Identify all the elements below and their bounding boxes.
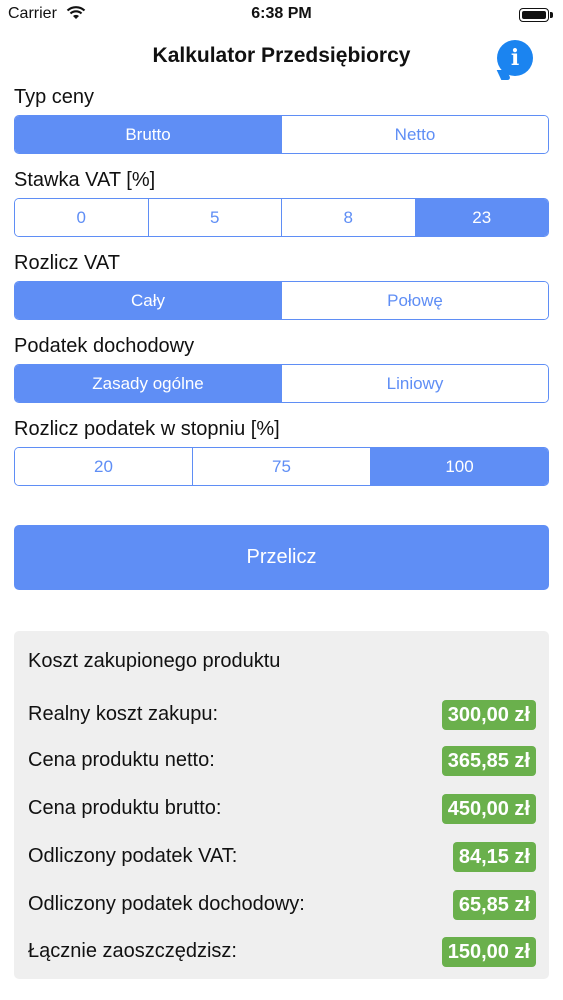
result-value-badge: 365,85 zł: [441, 746, 536, 776]
result-row: Cena produktu brutto: 450,00 zł: [28, 794, 536, 824]
result-card: Koszt zakupionego produktu Realny koszt …: [14, 631, 549, 979]
result-value-badge: 150,00 zł: [441, 937, 536, 967]
tax-degree-label: Rozlicz podatek w stopniu [%]: [14, 418, 280, 440]
navigation-bar: Kalkulator Przedsiębiorcy i: [0, 30, 563, 86]
status-bar: Carrier 6:38 PM: [0, 0, 563, 30]
income-tax-segmented: Zasady ogólne Liniowy: [14, 364, 549, 403]
vat-rate-segmented: 0 5 8 23: [14, 198, 549, 237]
vat-rate-8[interactable]: 8: [281, 199, 415, 236]
page-title: Kalkulator Przedsiębiorcy: [152, 44, 411, 67]
tax-degree-segmented: 20 75 100: [14, 447, 549, 486]
result-value-badge: 450,00 zł: [441, 794, 536, 824]
calculate-button[interactable]: Przelicz: [14, 525, 549, 590]
result-row: Odliczony podatek VAT: 84,15 zł: [28, 842, 536, 872]
result-row: Cena produktu netto: 365,85 zł: [28, 746, 536, 776]
income-tax-linear[interactable]: Liniowy: [281, 365, 548, 402]
result-row: Łącznie zaoszczędzisz: 150,00 zł: [28, 937, 536, 967]
vat-rate-23[interactable]: 23: [414, 199, 548, 236]
price-type-brutto[interactable]: Brutto: [15, 116, 281, 153]
result-label: Cena produktu netto:: [28, 749, 215, 771]
result-label: Łącznie zaoszczędzisz:: [28, 940, 237, 962]
result-label: Cena produktu brutto:: [28, 797, 222, 819]
vat-rate-label: Stawka VAT [%]: [14, 169, 156, 191]
vat-rate-0[interactable]: 0: [15, 199, 148, 236]
price-type-label: Typ ceny: [14, 86, 95, 108]
income-tax-general[interactable]: Zasady ogólne: [15, 365, 281, 402]
tax-degree-100[interactable]: 100: [370, 448, 548, 485]
result-row: Realny koszt zakupu: 300,00 zł: [28, 700, 536, 730]
result-label: Odliczony podatek dochodowy:: [28, 893, 305, 915]
vat-settlement-full[interactable]: Cały: [15, 282, 281, 319]
income-tax-label: Podatek dochodowy: [14, 335, 195, 357]
clock: 6:38 PM: [251, 5, 312, 22]
result-label: Realny koszt zakupu:: [28, 703, 219, 725]
vat-rate-5[interactable]: 5: [147, 199, 281, 236]
result-row: Odliczony podatek dochodowy: 65,85 zł: [28, 890, 536, 920]
tax-degree-20[interactable]: 20: [15, 448, 192, 485]
price-type-netto[interactable]: Netto: [281, 116, 548, 153]
vat-settlement-label: Rozlicz VAT: [14, 252, 120, 274]
info-icon[interactable]: i: [497, 40, 533, 76]
result-value-badge: 300,00 zł: [441, 700, 536, 730]
result-card-title: Koszt zakupionego produktu: [28, 650, 281, 672]
vat-settlement-half[interactable]: Połowę: [281, 282, 548, 319]
result-label: Odliczony podatek VAT:: [28, 845, 238, 867]
result-value-badge: 65,85 zł: [452, 890, 536, 920]
vat-settlement-segmented: Cały Połowę: [14, 281, 549, 320]
price-type-segmented: Brutto Netto: [14, 115, 549, 154]
battery-icon: [519, 8, 553, 22]
result-value-badge: 84,15 zł: [452, 842, 536, 872]
tax-degree-75[interactable]: 75: [192, 448, 370, 485]
